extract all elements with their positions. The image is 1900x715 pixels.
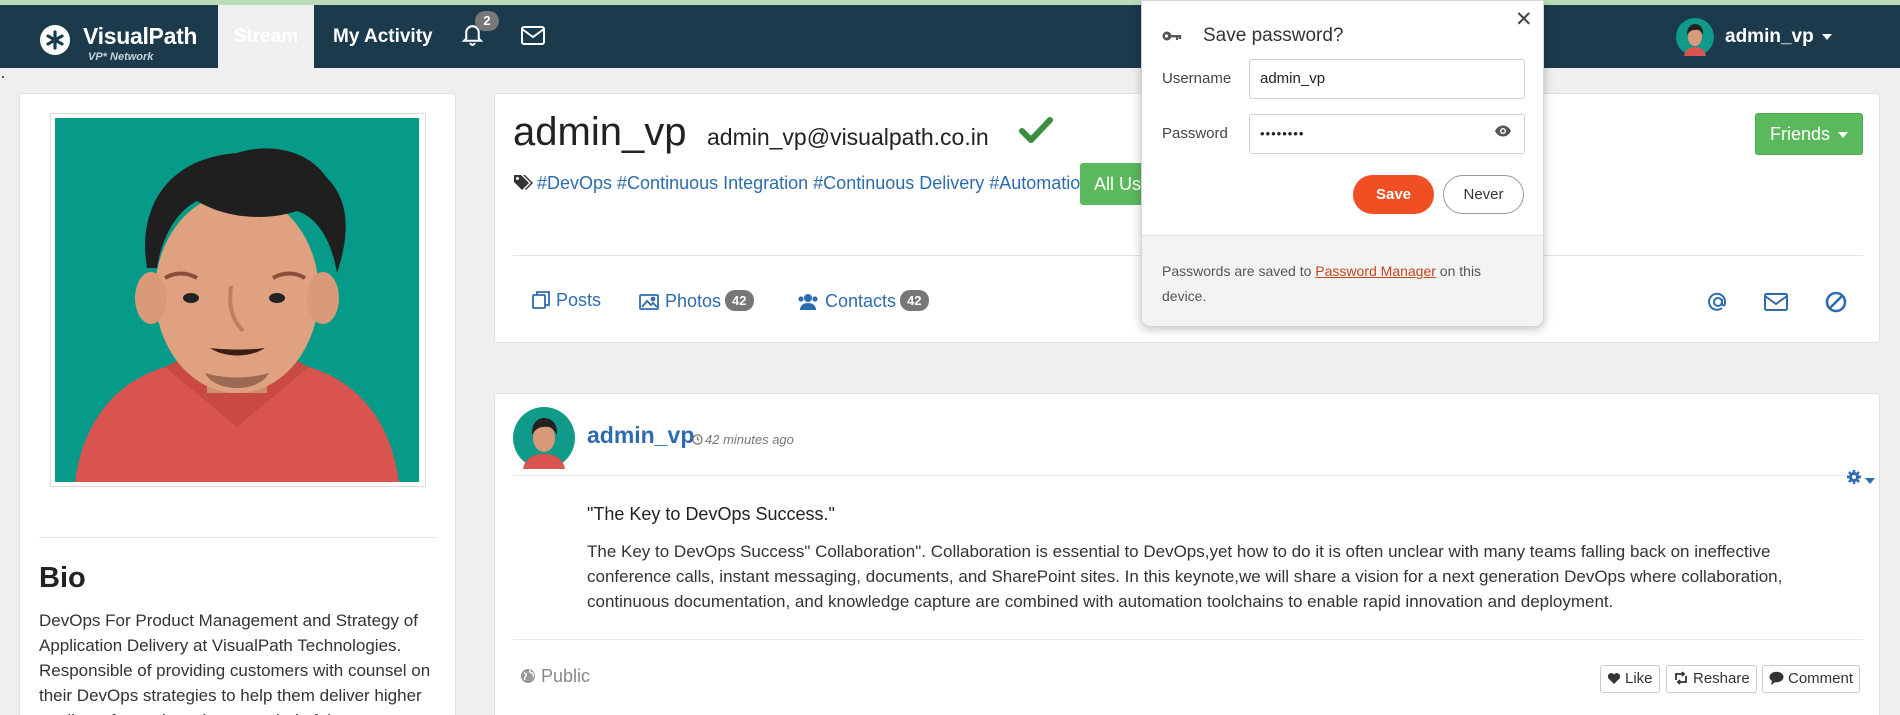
tab-posts[interactable]: Posts bbox=[532, 290, 601, 316]
password-label: Password bbox=[1162, 125, 1228, 142]
nav-tab-stream[interactable]: Stream bbox=[218, 5, 314, 68]
posts-icon bbox=[532, 291, 550, 309]
envelope-icon[interactable] bbox=[1764, 293, 1788, 316]
save-password-dialog: Save password? ✕ Username admin_vp Passw… bbox=[1141, 0, 1544, 326]
star-logo-icon bbox=[40, 25, 70, 55]
avatar[interactable] bbox=[513, 407, 575, 474]
close-icon[interactable]: ✕ bbox=[1515, 9, 1533, 30]
never-button[interactable]: Never bbox=[1443, 175, 1524, 214]
brand-subtitle: VP* Network bbox=[88, 51, 154, 63]
reshare-button[interactable]: Reshare bbox=[1666, 665, 1757, 693]
post-timestamp: 42 minutes ago bbox=[692, 432, 794, 447]
globe-icon bbox=[521, 669, 535, 683]
profile-email: admin_vp@visualpath.co.in bbox=[707, 124, 989, 150]
divider bbox=[39, 537, 437, 538]
password-field[interactable]: •••••••• bbox=[1249, 114, 1525, 154]
caret-down-icon bbox=[1838, 132, 1849, 139]
reshare-label: Reshare bbox=[1693, 670, 1750, 687]
photo-icon bbox=[639, 294, 659, 310]
caret-down-icon bbox=[1865, 477, 1875, 484]
like-button[interactable]: Like bbox=[1600, 665, 1660, 693]
post-visibility: Public bbox=[520, 666, 590, 687]
brand-name: VisualPath bbox=[83, 23, 198, 49]
clock-icon bbox=[692, 434, 703, 445]
nav-user-name-text: admin_vp bbox=[1725, 26, 1814, 47]
at-icon[interactable] bbox=[1707, 291, 1729, 318]
username-field[interactable]: admin_vp bbox=[1249, 59, 1525, 99]
post-card: admin_vp 42 minutes ago "The Key to DevO… bbox=[494, 393, 1880, 715]
eye-icon[interactable] bbox=[1494, 124, 1512, 142]
save-button[interactable]: Save bbox=[1353, 175, 1434, 214]
ban-icon[interactable] bbox=[1825, 291, 1847, 318]
photos-count-badge: 42 bbox=[725, 290, 754, 311]
friends-button-label: Friends bbox=[1769, 124, 1831, 144]
users-icon bbox=[798, 294, 818, 310]
tags-icon bbox=[513, 174, 533, 195]
footer-text-start: Passwords are saved to bbox=[1162, 263, 1316, 279]
gear-icon[interactable] bbox=[1846, 469, 1875, 490]
notification-count-badge: 2 bbox=[475, 11, 499, 31]
dialog-title: Save password? bbox=[1203, 25, 1344, 46]
bio-heading: Bio bbox=[39, 562, 86, 594]
caret-down-icon bbox=[1821, 33, 1832, 40]
profile-username: admin_vp bbox=[513, 110, 687, 154]
retweet-icon bbox=[1675, 671, 1687, 685]
password-manager-link[interactable]: Password Manager bbox=[1315, 263, 1436, 279]
heart-icon bbox=[1607, 673, 1621, 684]
post-visibility-text: Public bbox=[541, 666, 591, 686]
post-title: "The Key to DevOps Success." bbox=[587, 504, 835, 524]
checkmark-icon bbox=[1019, 116, 1053, 149]
contacts-count-badge: 42 bbox=[900, 290, 929, 311]
stray-dot bbox=[2, 76, 4, 78]
profile-sidebar: Bio DevOps For Product Management and St… bbox=[19, 93, 456, 715]
divider bbox=[513, 475, 1863, 476]
bio-text: DevOps For Product Management and Strate… bbox=[39, 611, 431, 715]
divider bbox=[513, 639, 1863, 640]
nav-user-name[interactable]: admin_vp bbox=[1725, 26, 1832, 48]
comment-icon bbox=[1769, 671, 1784, 685]
envelope-icon[interactable] bbox=[521, 26, 545, 50]
profile-photo[interactable] bbox=[50, 113, 426, 487]
tab-posts-label: Posts bbox=[556, 290, 602, 310]
avatar bbox=[1676, 18, 1714, 61]
dialog-footer: Passwords are saved to Password Manager … bbox=[1142, 235, 1543, 326]
username-label: Username bbox=[1162, 70, 1232, 87]
post-body: The Key to DevOps Success" Collaboration… bbox=[587, 542, 1783, 611]
tab-contacts[interactable]: Contacts 42 bbox=[797, 290, 929, 316]
nav-tab-my-activity[interactable]: My Activity bbox=[333, 5, 433, 68]
footer-text: Passwords are saved to Password Manager … bbox=[1162, 259, 1492, 309]
post-time-text: 42 minutes ago bbox=[705, 432, 794, 447]
post-author[interactable]: admin_vp bbox=[587, 422, 694, 449]
tab-photos-label: Photos bbox=[665, 291, 722, 311]
tags-text[interactable]: #DevOps #Continuous Integration #Continu… bbox=[537, 173, 1090, 194]
comment-label: Comment bbox=[1788, 670, 1854, 687]
friends-button[interactable]: Friends bbox=[1755, 113, 1863, 155]
comment-button[interactable]: Comment bbox=[1762, 665, 1861, 693]
key-icon bbox=[1162, 29, 1182, 47]
tab-photos[interactable]: Photos 42 bbox=[639, 290, 754, 316]
like-label: Like bbox=[1625, 670, 1653, 687]
brand[interactable]: VisualPath VP* Network bbox=[40, 19, 210, 63]
tab-contacts-label: Contacts bbox=[825, 291, 897, 311]
